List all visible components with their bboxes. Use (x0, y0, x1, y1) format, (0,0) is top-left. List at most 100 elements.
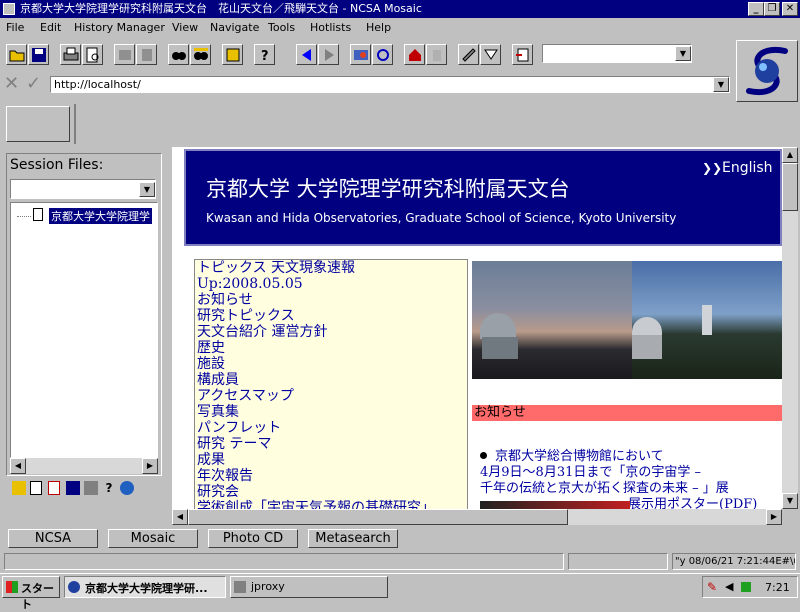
nav-link-topics[interactable]: トピックス 天文現象速報 (197, 260, 465, 276)
session-label: Session Files: (10, 157, 104, 173)
menu-help[interactable]: Help (366, 21, 391, 34)
delete-doc-icon[interactable] (48, 481, 60, 495)
nav-link-facilities[interactable]: 施設 (197, 356, 465, 372)
task-mosaic[interactable]: 京都大学大学院理学研... (64, 576, 226, 598)
news-item: 京都大学総合博物館において (480, 449, 782, 465)
tree-icon[interactable] (12, 481, 26, 495)
chevron-down-icon[interactable]: ▼ (675, 46, 691, 61)
hotlist-dropdown[interactable]: ▼ (542, 44, 692, 63)
find-icon[interactable] (168, 44, 189, 65)
news-line-4-link[interactable]: 展示用ポスター(PDF) (628, 497, 757, 509)
photo-cd-button[interactable]: Photo CD (208, 529, 298, 548)
task-jproxy[interactable]: jproxy (230, 576, 388, 598)
mosaic-task-icon (68, 581, 80, 593)
nav-link-research-theme[interactable]: 研究 テーマ (197, 436, 465, 452)
web-content: 京都大学 大学院理学研究科附属天文台 Kwasan and Hida Obser… (172, 147, 782, 509)
scroll-left-icon[interactable]: ◀ (172, 509, 188, 525)
system-tray: ✎ ◀ 7:21 (702, 576, 798, 598)
globe-icon[interactable] (120, 481, 134, 495)
nav-link-pamphlet[interactable]: パンフレット (197, 420, 465, 436)
annotate-icon[interactable] (458, 44, 479, 65)
nav-link-results[interactable]: 成果 (197, 452, 465, 468)
mosaic-button[interactable]: Mosaic (108, 529, 198, 548)
nav-link-update[interactable]: Up:2008.05.05 (197, 276, 465, 292)
url-dropdown-chevron-icon[interactable]: ▼ (713, 77, 729, 92)
maximize-button[interactable]: ❐ (764, 2, 780, 16)
tree-line (17, 216, 31, 217)
menu-history-manager[interactable]: History Manager (74, 21, 165, 34)
add-hotlist-icon[interactable] (512, 44, 533, 65)
scroll-right-icon[interactable]: ▶ (142, 458, 158, 474)
building-shape (632, 335, 662, 359)
menu-hotlists[interactable]: Hotlists (310, 21, 351, 34)
save-icon[interactable] (28, 44, 49, 65)
jproxy-task-icon (234, 581, 246, 593)
scroll-left-icon[interactable]: ◀ (10, 458, 26, 474)
pen-icon[interactable]: ✎ (707, 580, 721, 594)
edit-icon[interactable] (84, 481, 98, 495)
building-shape (482, 337, 518, 359)
scroll-down-icon[interactable]: ▼ (782, 493, 798, 509)
start-button[interactable]: スタート (2, 576, 60, 611)
banner-subtitle: Kwasan and Hida Observatories, Graduate … (206, 211, 677, 225)
ncsa-button[interactable]: NCSA (8, 529, 98, 548)
cut-icon[interactable] (114, 44, 135, 65)
open-folder-icon[interactable] (6, 44, 27, 65)
nav-link-history[interactable]: 歴史 (197, 340, 465, 356)
menu-tools[interactable]: Tools (268, 21, 295, 34)
hscroll-thumb[interactable] (188, 509, 568, 525)
paste-icon[interactable] (136, 44, 157, 65)
stop-hand-icon[interactable] (426, 44, 447, 65)
scroll-up-icon[interactable]: ▲ (782, 147, 798, 163)
back-arrow-icon[interactable] (296, 44, 317, 65)
find-again-icon[interactable] (190, 44, 211, 65)
minimize-button[interactable]: _ (748, 2, 764, 16)
save-icon[interactable] (66, 481, 80, 495)
nav-link-space-weather[interactable]: 学術創成「宇宙天気予報の基礎研究」 (197, 500, 465, 509)
url-input[interactable]: http://localhost/ (50, 76, 730, 93)
news-line-1[interactable]: 京都大学総合博物館において (495, 449, 664, 464)
menu-view[interactable]: View (172, 21, 198, 34)
forward-arrow-icon[interactable] (318, 44, 339, 65)
nav-link-news[interactable]: お知らせ (197, 292, 465, 308)
new-doc-icon[interactable] (30, 481, 42, 495)
nav-link-photos[interactable]: 写真集 (197, 404, 465, 420)
reload-icon[interactable] (372, 44, 393, 65)
dome-shape (480, 313, 516, 339)
cancel-x-icon[interactable]: ✕ (4, 75, 24, 95)
nav-link-annual-report[interactable]: 年次報告 (197, 468, 465, 484)
vscroll-thumb[interactable] (782, 163, 798, 211)
nav-link-members[interactable]: 構成員 (197, 372, 465, 388)
nav-link-research-topics[interactable]: 研究トピックス (197, 308, 465, 324)
status-field-1 (4, 553, 564, 570)
session-hscrollbar[interactable] (10, 458, 158, 474)
hotlist-icon[interactable] (480, 44, 501, 65)
observatory-photo-hida (632, 261, 782, 379)
help-icon[interactable]: ? (102, 481, 116, 495)
menu-edit[interactable]: Edit (40, 21, 61, 34)
nav-link-access[interactable]: アクセスマップ (197, 388, 465, 404)
print-preview-icon[interactable] (82, 44, 103, 65)
menu-navigate[interactable]: Navigate (210, 21, 259, 34)
menu-file[interactable]: File (6, 21, 24, 34)
close-button[interactable]: ✕ (782, 2, 798, 16)
accept-check-icon[interactable]: ✓ (26, 75, 46, 95)
nav-link-workshop[interactable]: 研究会 (197, 484, 465, 500)
start-label: スタート (21, 582, 54, 611)
nav-link-about[interactable]: 天文台紹介 運営方針 (197, 324, 465, 340)
session-dropdown[interactable]: ▼ (10, 179, 156, 199)
print-icon[interactable] (60, 44, 81, 65)
title-bar: 京都大学大学院理学研究科附属天文台 花山天文台／飛騨天文台 - NCSA Mos… (0, 0, 800, 18)
tree-item[interactable]: 京都大学大学院理学 (49, 208, 152, 224)
metasearch-button[interactable]: Metasearch (308, 529, 398, 548)
help-icon[interactable]: ? (254, 44, 275, 65)
chevron-down-icon[interactable]: ▼ (139, 182, 155, 197)
network-icon[interactable] (741, 582, 751, 592)
home-icon[interactable] (404, 44, 425, 65)
english-link[interactable]: English (722, 160, 773, 176)
scroll-right-icon[interactable]: ▶ (766, 509, 782, 525)
document-icon[interactable] (222, 44, 243, 65)
status-field-2 (568, 553, 668, 570)
image-icon[interactable] (350, 44, 371, 65)
speaker-icon[interactable]: ◀ (725, 580, 739, 594)
